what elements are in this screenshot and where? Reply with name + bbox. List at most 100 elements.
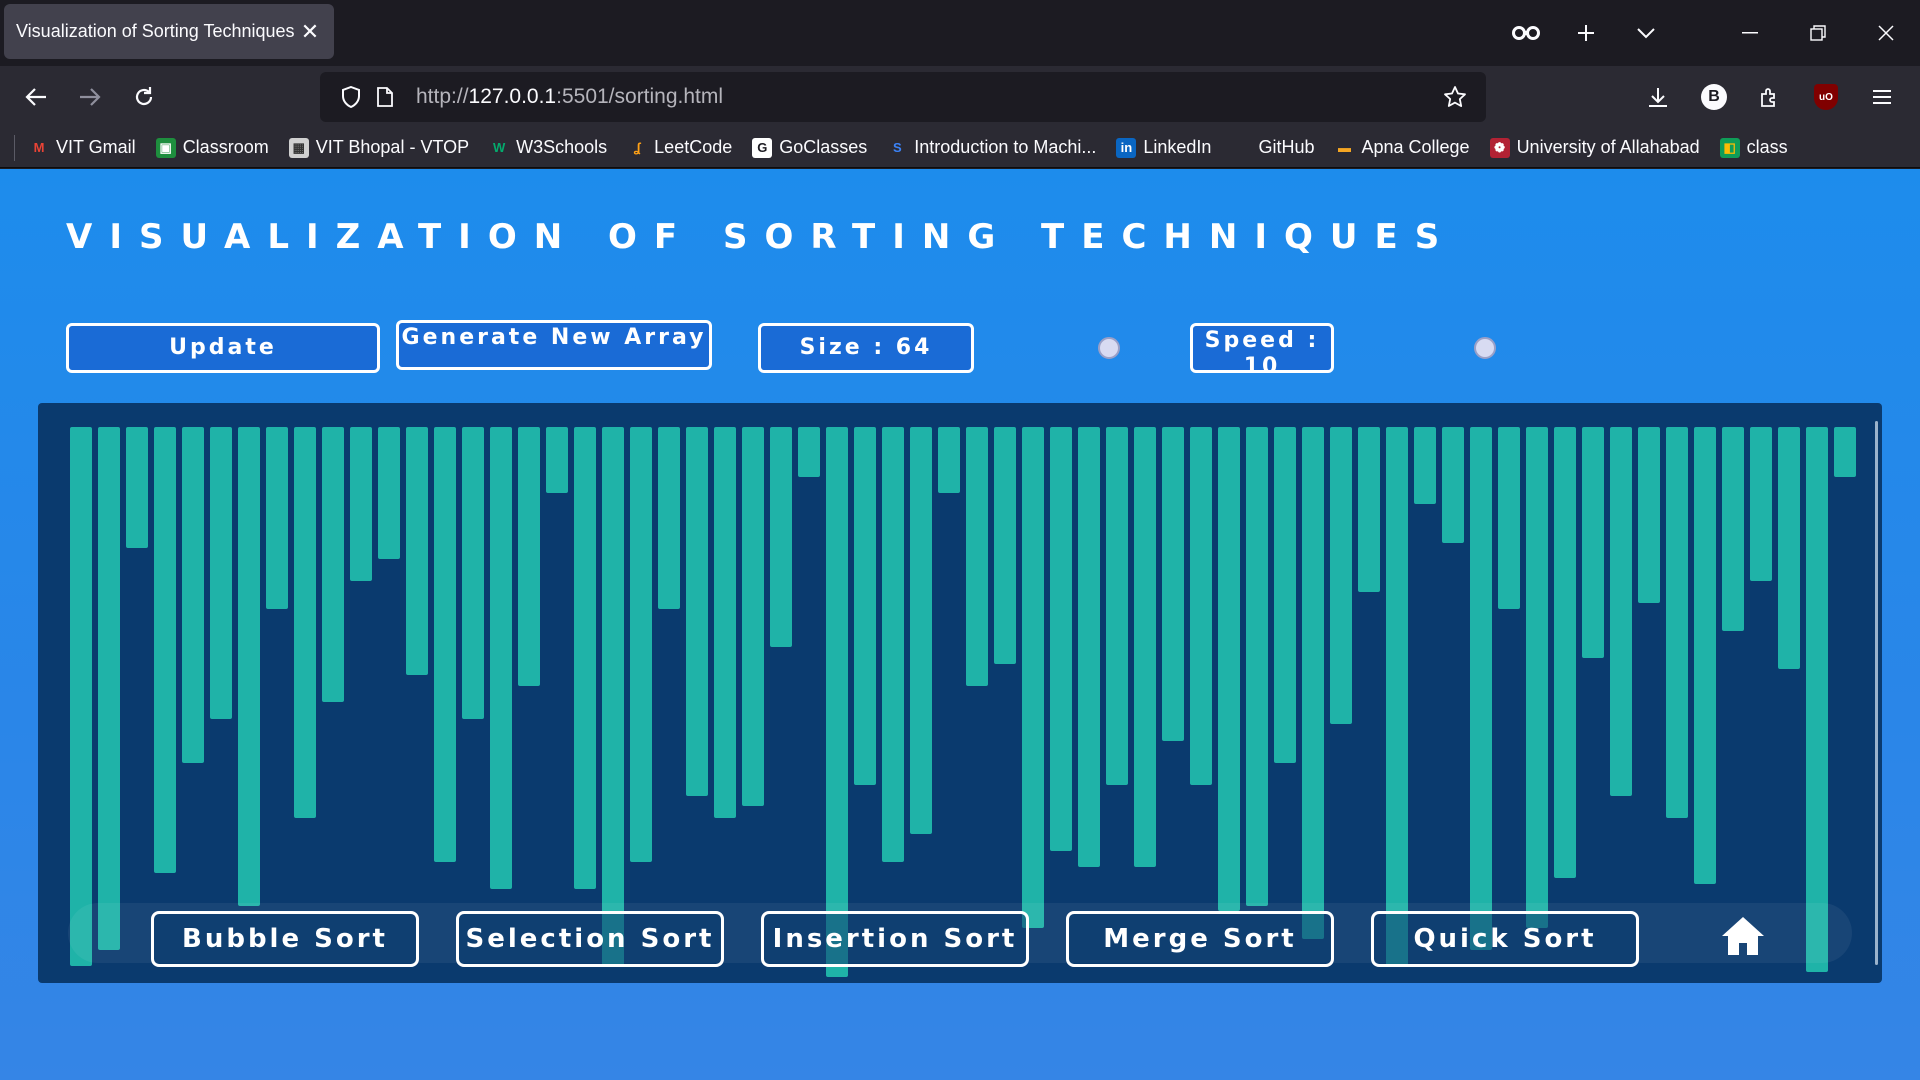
bookmark-label: VIT Bhopal - VTOP bbox=[315, 137, 470, 157]
array-bar bbox=[98, 427, 120, 950]
bookmark-favicon-icon: ▬ bbox=[1337, 140, 1351, 155]
tab-close-icon[interactable]: ✕ bbox=[298, 19, 322, 45]
tab-bar: Visualization of Sorting Techniques ✕ bbox=[0, 0, 1920, 66]
sort-button-selection-sort[interactable]: Selection Sort bbox=[456, 911, 724, 967]
array-bar bbox=[1638, 427, 1660, 603]
navigation-bar: http://127.0.0.1:5501/sorting.html B uO bbox=[0, 66, 1920, 128]
bookmark-label: Introduction to Machi... bbox=[914, 137, 1097, 157]
array-bar bbox=[1498, 427, 1520, 609]
bookmarks-toolbar: M VIT Gmail ▣ Classroom ▦ VIT Bhopal - VTOP W W… bbox=[0, 128, 1920, 168]
ublock-origin-icon[interactable]: uO bbox=[1798, 76, 1854, 118]
minimize-icon[interactable] bbox=[1716, 12, 1784, 54]
array-bar bbox=[798, 427, 820, 477]
speed-button[interactable]: Speed : 10 bbox=[1190, 323, 1334, 373]
bookmark-label: University of Allahabad bbox=[1516, 137, 1700, 157]
array-bar bbox=[1694, 427, 1716, 884]
array-bar bbox=[1722, 427, 1744, 631]
array-bar bbox=[574, 427, 596, 889]
array-bar bbox=[266, 427, 288, 609]
array-bar bbox=[1582, 427, 1604, 658]
shield-icon[interactable] bbox=[334, 86, 368, 108]
generate-new-array-button[interactable]: Generate New Array bbox=[396, 320, 712, 370]
bookmark-item[interactable]: in LinkedIn bbox=[1116, 137, 1211, 158]
array-bar bbox=[1834, 427, 1856, 477]
sort-button-quick-sort[interactable]: Quick Sort bbox=[1371, 911, 1639, 967]
array-bar bbox=[630, 427, 652, 862]
browser-tab[interactable]: Visualization of Sorting Techniques ✕ bbox=[4, 4, 334, 59]
array-bar bbox=[462, 427, 484, 719]
bookmark-star-icon[interactable] bbox=[1438, 85, 1472, 109]
back-icon[interactable] bbox=[14, 76, 58, 118]
hamburger-menu-icon[interactable] bbox=[1854, 76, 1910, 118]
restore-icon[interactable] bbox=[1784, 12, 1852, 54]
array-bar bbox=[154, 427, 176, 873]
array-bar bbox=[1274, 427, 1296, 763]
array-bar bbox=[1610, 427, 1632, 796]
array-bar bbox=[714, 427, 736, 818]
sort-button-merge-sort[interactable]: Merge Sort bbox=[1066, 911, 1334, 967]
bookmark-label: class bbox=[1746, 137, 1788, 157]
bookmark-favicon-icon: ▣ bbox=[155, 137, 176, 158]
bookmark-label: GoClasses bbox=[779, 137, 868, 157]
bookmark-favicon-icon bbox=[1231, 138, 1251, 158]
bookmark-label: VIT Gmail bbox=[56, 137, 136, 157]
close-window-icon[interactable] bbox=[1852, 12, 1920, 54]
bookmark-item[interactable]: W W3Schools bbox=[489, 137, 607, 158]
array-bar bbox=[1442, 427, 1464, 543]
extensions-icon[interactable] bbox=[1742, 76, 1798, 118]
bookmark-item[interactable]: M VIT Gmail bbox=[29, 137, 136, 158]
bookmark-item[interactable]: ▦ VIT Bhopal - VTOP bbox=[288, 137, 470, 158]
page-icon bbox=[368, 87, 402, 107]
array-bar bbox=[1022, 427, 1044, 928]
array-bar bbox=[742, 427, 764, 806]
reload-icon[interactable] bbox=[122, 76, 166, 118]
home-icon[interactable] bbox=[1720, 913, 1766, 959]
new-tab-icon[interactable] bbox=[1556, 12, 1616, 54]
list-tabs-chevron-icon[interactable] bbox=[1616, 12, 1676, 54]
profile-icon[interactable]: B bbox=[1686, 76, 1742, 118]
bookmark-item[interactable]: S Introduction to Machi... bbox=[887, 137, 1096, 158]
size-button[interactable]: Size : 64 bbox=[758, 323, 974, 373]
bookmark-item[interactable]: ◧ class bbox=[1719, 137, 1788, 158]
array-bar bbox=[854, 427, 876, 785]
sort-button-insertion-sort[interactable]: Insertion Sort bbox=[761, 911, 1029, 967]
array-bar bbox=[294, 427, 316, 818]
bookmarks-separator bbox=[14, 134, 15, 161]
ublock-label: uO bbox=[1814, 84, 1838, 110]
url-text[interactable]: http://127.0.0.1:5501/sorting.html bbox=[416, 85, 1438, 109]
bookmark-label: LeetCode bbox=[654, 137, 733, 157]
bookmark-item[interactable]: G GoClasses bbox=[752, 137, 867, 158]
bookmark-item[interactable]: ▣ Classroom bbox=[155, 137, 269, 158]
bookmark-favicon-icon: G bbox=[752, 137, 773, 158]
array-bar bbox=[1106, 427, 1128, 785]
bars-container bbox=[38, 403, 1882, 983]
array-bar bbox=[882, 427, 904, 862]
bookmark-label: GitHub bbox=[1258, 137, 1315, 157]
downloads-icon[interactable] bbox=[1630, 76, 1686, 118]
bookmark-item[interactable]: ❁ University of Allahabad bbox=[1489, 137, 1700, 158]
array-bar bbox=[966, 427, 988, 686]
bookmark-item[interactable]: ʆ LeetCode bbox=[627, 137, 733, 158]
array-bar bbox=[1806, 427, 1828, 972]
array-bar bbox=[686, 427, 708, 796]
speed-slider-knob[interactable] bbox=[1474, 337, 1496, 359]
array-bar bbox=[770, 427, 792, 647]
bookmark-label: W3Schools bbox=[516, 137, 608, 157]
forward-icon[interactable] bbox=[68, 76, 112, 118]
size-slider-knob[interactable] bbox=[1098, 337, 1120, 359]
bookmark-favicon-icon: ʆ bbox=[633, 140, 641, 155]
private-browsing-icon[interactable] bbox=[1496, 12, 1556, 54]
array-bar bbox=[1554, 427, 1576, 878]
array-bar bbox=[350, 427, 372, 581]
array-bar bbox=[1302, 427, 1324, 939]
update-button[interactable]: Update bbox=[66, 323, 380, 373]
bookmark-item[interactable]: ▬ Apna College bbox=[1334, 137, 1470, 158]
array-bar bbox=[1162, 427, 1184, 741]
bookmark-favicon-icon: ❁ bbox=[1489, 137, 1510, 158]
bookmark-item[interactable]: GitHub bbox=[1231, 137, 1314, 158]
sort-button-bubble-sort[interactable]: Bubble Sort bbox=[151, 911, 419, 967]
scrollbar[interactable] bbox=[1875, 421, 1878, 965]
address-bar[interactable]: http://127.0.0.1:5501/sorting.html bbox=[320, 72, 1486, 122]
bookmark-label: Apna College bbox=[1361, 137, 1470, 157]
array-bar bbox=[1526, 427, 1548, 928]
